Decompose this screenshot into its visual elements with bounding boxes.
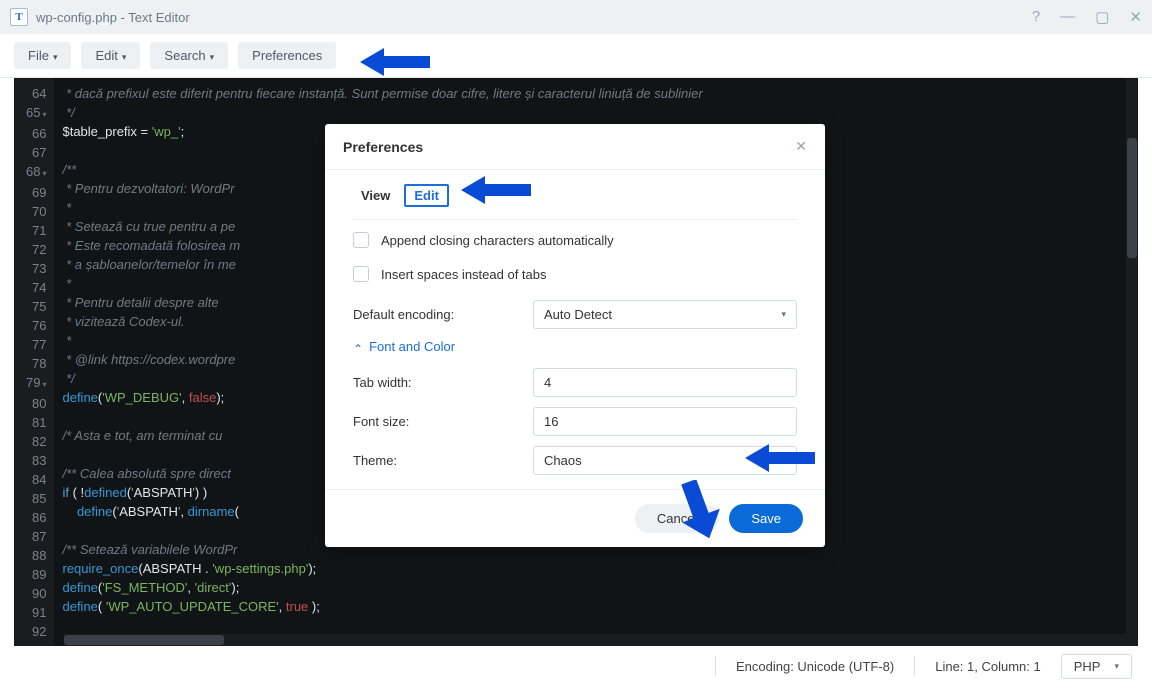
dialog-title: Preferences — [343, 139, 423, 155]
dialog-footer: Cancel Save — [325, 489, 825, 547]
checkbox-label: Insert spaces instead of tabs — [381, 267, 546, 282]
close-icon[interactable]: ✕ — [795, 138, 807, 155]
status-position: Line: 1, Column: 1 — [935, 659, 1041, 674]
help-icon[interactable]: ? — [1032, 8, 1040, 26]
select-default-encoding[interactable]: Auto Detect ▾ — [533, 300, 797, 329]
label-theme: Theme: — [353, 453, 533, 468]
search-menu[interactable]: Search▾ — [150, 42, 228, 69]
caret-down-icon: ▾ — [210, 52, 215, 62]
caret-down-icon: ▾ — [781, 309, 786, 320]
input-tab-width[interactable]: 4 — [533, 368, 797, 397]
edit-menu[interactable]: Edit▾ — [81, 42, 140, 69]
label-font-size: Font size: — [353, 414, 533, 429]
app-icon: T — [10, 8, 28, 26]
row-font-size: Font size: 16 — [353, 407, 797, 436]
annotation-arrow — [745, 444, 815, 472]
input-font-size[interactable]: 16 — [533, 407, 797, 436]
titlebar: T wp-config.php - Text Editor ? — ▢ ✕ — [0, 0, 1152, 34]
horizontal-scrollbar[interactable] — [64, 634, 1126, 646]
dialog-header: Preferences ✕ — [325, 124, 825, 170]
row-tab-width: Tab width: 4 — [353, 368, 797, 397]
select-value: Auto Detect — [544, 307, 612, 322]
checkbox-label: Append closing characters automatically — [381, 233, 614, 248]
section-font-and-color[interactable]: Font and Color — [353, 339, 797, 354]
file-menu[interactable]: File▾ — [14, 42, 71, 69]
label-tab-width: Tab width: — [353, 375, 533, 390]
option-append-closing[interactable]: Append closing characters automatically — [353, 232, 797, 248]
caret-down-icon: ▾ — [122, 52, 127, 62]
tab-view[interactable]: View — [353, 184, 398, 207]
line-gutter: 6364656667686970717273747576777879808182… — [14, 78, 54, 646]
close-icon[interactable]: ✕ — [1129, 8, 1142, 26]
divider — [715, 656, 716, 676]
option-insert-spaces[interactable]: Insert spaces instead of tabs — [353, 266, 797, 282]
annotation-arrow — [461, 176, 531, 204]
dialog-body: View Edit Append closing characters auto… — [325, 170, 825, 489]
preferences-button[interactable]: Preferences — [238, 42, 336, 69]
caret-down-icon: ▾ — [1114, 661, 1119, 672]
checkbox[interactable] — [353, 266, 369, 282]
label-default-encoding: Default encoding: — [353, 307, 533, 322]
divider — [914, 656, 915, 676]
status-encoding: Encoding: Unicode (UTF-8) — [736, 659, 894, 674]
minimize-icon[interactable]: — — [1060, 8, 1075, 26]
checkbox[interactable] — [353, 232, 369, 248]
window-controls: ? — ▢ ✕ — [1032, 8, 1142, 26]
preferences-dialog: Preferences ✕ View Edit Append closing c… — [325, 124, 825, 547]
scrollbar-thumb[interactable] — [1127, 138, 1137, 258]
window-title: wp-config.php - Text Editor — [36, 10, 190, 25]
annotation-arrow — [674, 480, 724, 540]
caret-down-icon: ▾ — [53, 52, 58, 62]
maximize-icon[interactable]: ▢ — [1095, 8, 1109, 26]
row-default-encoding: Default encoding: Auto Detect ▾ — [353, 300, 797, 329]
language-value: PHP — [1074, 659, 1101, 674]
select-value: Chaos — [544, 453, 582, 468]
dialog-tabs: View Edit — [353, 184, 797, 220]
language-select[interactable]: PHP ▾ — [1061, 654, 1132, 679]
status-bar: Encoding: Unicode (UTF-8) Line: 1, Colum… — [0, 646, 1152, 686]
row-theme: Theme: Chaos ▾ — [353, 446, 797, 475]
annotation-arrow — [360, 48, 430, 76]
scrollbar-thumb[interactable] — [64, 635, 224, 645]
toolbar: File▾ Edit▾ Search▾ Preferences — [0, 34, 1152, 78]
tab-edit[interactable]: Edit — [404, 184, 449, 207]
save-button[interactable]: Save — [729, 504, 803, 533]
vertical-scrollbar[interactable] — [1126, 78, 1138, 646]
